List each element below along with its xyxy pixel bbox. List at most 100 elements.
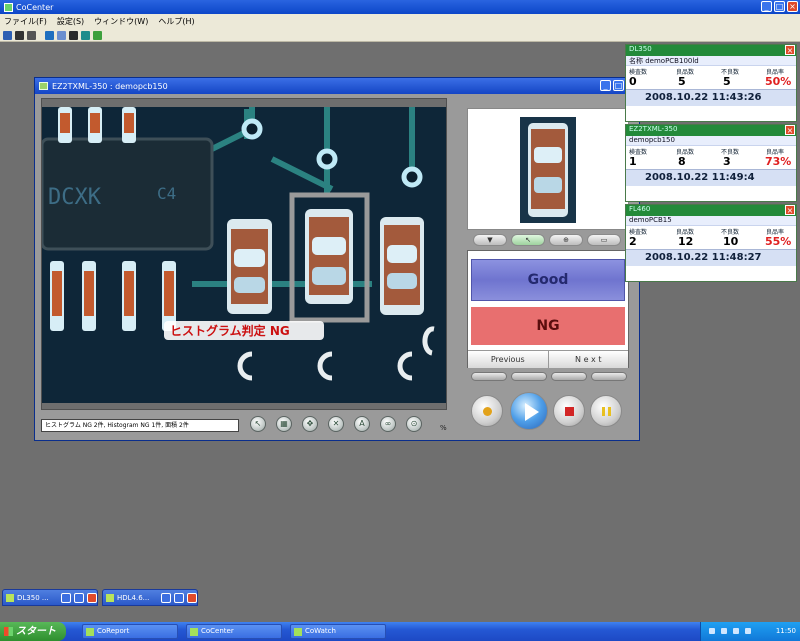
text-tool-icon[interactable]: A [354,416,370,432]
panel-2-good: 8 [678,155,686,168]
ng-indicator: NG [471,307,625,345]
next-button[interactable]: N e x t [548,351,628,368]
windows-flag-icon [4,627,13,636]
status-bar: ヒストグラム NG 2件, Histogram NG 1件, 面積 2件 [41,419,239,432]
save-icon[interactable] [15,30,24,40]
move-tool-icon[interactable]: ✥ [302,416,318,432]
minimized-window-1-maximize[interactable] [74,593,84,603]
panel-3-model: demoPCB15 [626,216,796,226]
minimized-window-2-icon [106,593,114,602]
preview-down-button[interactable]: ▼ [473,234,507,246]
menu-bar: ファイル(F) 設定(S) ウィンドウ(W) ヘルプ(H) [0,14,800,29]
minimized-window-2[interactable]: HDL4.6... [102,589,198,606]
pause-icon [602,407,611,416]
grid-tool-icon[interactable]: ▦ [276,416,292,432]
tool-icon[interactable] [69,30,78,40]
minimized-window-1-title: DL350 ... [17,593,49,602]
minimize-button[interactable]: _ [761,1,772,12]
app-icon [4,2,13,12]
stop-icon [565,407,574,416]
panel-2-header: EZ2TXML-350 [629,125,678,133]
select-tool-icon[interactable]: ↖ [250,416,266,432]
trigger-icon [483,407,492,416]
panel-2-model: demopcb150 [626,136,796,146]
minimized-window-2-maximize[interactable] [174,593,184,603]
camera-minimize-button[interactable]: _ [600,80,611,91]
preview-select-button[interactable]: ↖ [511,234,545,246]
play-button[interactable] [510,392,548,430]
minimized-window-1-restore[interactable] [61,593,71,603]
panel-1-total: 0 [629,75,637,88]
tray-app-icon[interactable] [745,628,751,634]
menu-file[interactable]: ファイル(F) [4,16,47,27]
tray-volume-icon[interactable] [721,628,727,634]
panel-2-ng: 3 [723,155,731,168]
open-icon[interactable] [3,30,12,40]
minimized-window-2-close[interactable] [187,593,197,603]
zoom-tool-icon[interactable]: ∞ [380,416,396,432]
minimized-window-2-title: HDL4.6... [117,593,150,602]
task-cocenter-icon [190,628,198,636]
nav-tab-1[interactable] [471,372,507,381]
window-icon[interactable] [57,30,66,40]
close-button[interactable]: × [787,1,798,12]
monitor-panel-3[interactable]: FL460 × demoPCB15 検査数 良品数 不良数 良品率 2 12 10… [625,204,797,282]
pcb-image: DCXK C4 ヒストグラム判定 NG [42,99,446,409]
panel-1-timestamp: 2008.10.22 11:43:26 [626,89,796,106]
task-coreport[interactable]: CoReport [82,624,178,639]
trigger-button[interactable] [471,395,503,427]
run-icon[interactable] [93,30,102,40]
task-cowatch[interactable]: CoWatch [290,624,386,639]
judgement-panel: Good NG Previous N e x t [467,250,629,368]
panel-2-close-button[interactable]: × [785,125,795,135]
start-button[interactable]: スタート [0,622,66,641]
inspection-image[interactable]: DCXK C4 ヒストグラム判定 NG [41,98,447,410]
tray-security-icon[interactable] [733,628,739,634]
panel-3-ng: 10 [723,235,739,248]
pause-button[interactable] [590,395,622,427]
panel-3-rate: 55% [765,235,792,248]
camera-maximize-button[interactable]: □ [613,80,624,91]
start-label: スタート [16,626,56,637]
task-cowatch-label: CoWatch [305,627,336,635]
maximize-button[interactable]: □ [774,1,785,12]
print-icon[interactable] [27,30,36,40]
minimized-window-2-restore[interactable] [161,593,171,603]
chip-suffix: C4 [157,184,176,203]
preview-panel [467,108,629,230]
cross-tool-icon[interactable]: ✕ [328,416,344,432]
minimized-window-1[interactable]: DL350 ... [2,589,98,606]
previous-button[interactable]: Previous [468,351,549,368]
preview-frame-button[interactable]: ▭ [587,234,621,246]
panel-3-timestamp: 2008.10.22 11:48:27 [626,249,796,266]
menu-settings[interactable]: 設定(S) [57,16,84,27]
preview-zoom-button[interactable]: ⊕ [549,234,583,246]
chip-marking: DCXK [48,185,102,210]
settings-icon[interactable] [81,30,90,40]
menu-window[interactable]: ウィンドウ(W) [94,16,148,27]
panel-1-good: 5 [678,75,686,88]
panel-1-ng: 5 [723,75,731,88]
camera-icon[interactable] [45,30,54,40]
stop-button[interactable] [553,395,585,427]
nav-tab-2[interactable] [511,372,547,381]
panel-1-close-button[interactable]: × [785,45,795,55]
minimized-window-1-close[interactable] [87,593,97,603]
menu-help[interactable]: ヘルプ(H) [158,16,194,27]
panel-2-timestamp: 2008.10.22 11:49:4 [626,169,796,186]
taskbar: スタート CoReport CoCenter CoWatch 11:50 [0,622,800,641]
panel-3-header: FL460 [629,205,651,213]
monitor-panel-2[interactable]: EZ2TXML-350 × demopcb150 検査数 良品数 不良数 良品率 … [625,124,797,202]
panel-3-close-button[interactable]: × [785,205,795,215]
tray-network-icon[interactable] [709,628,715,634]
camera-window-title-bar: EZ2TXML-350 : demopcb150 _ □ × [35,78,639,94]
fit-tool-icon[interactable]: ⊙ [406,416,422,432]
panel-1-model: 名称 demoPCB100ld [626,56,796,66]
task-cocenter[interactable]: CoCenter [186,624,282,639]
nav-tab-3[interactable] [551,372,587,381]
panel-2-rate: 73% [765,155,792,168]
panel-1-header: DL350 [629,45,652,53]
nav-tab-4[interactable] [591,372,627,381]
app-title: CoCenter [16,2,54,12]
monitor-panel-1[interactable]: DL350 × 名称 demoPCB100ld 検査数 良品数 不良数 良品率 0… [625,44,797,122]
